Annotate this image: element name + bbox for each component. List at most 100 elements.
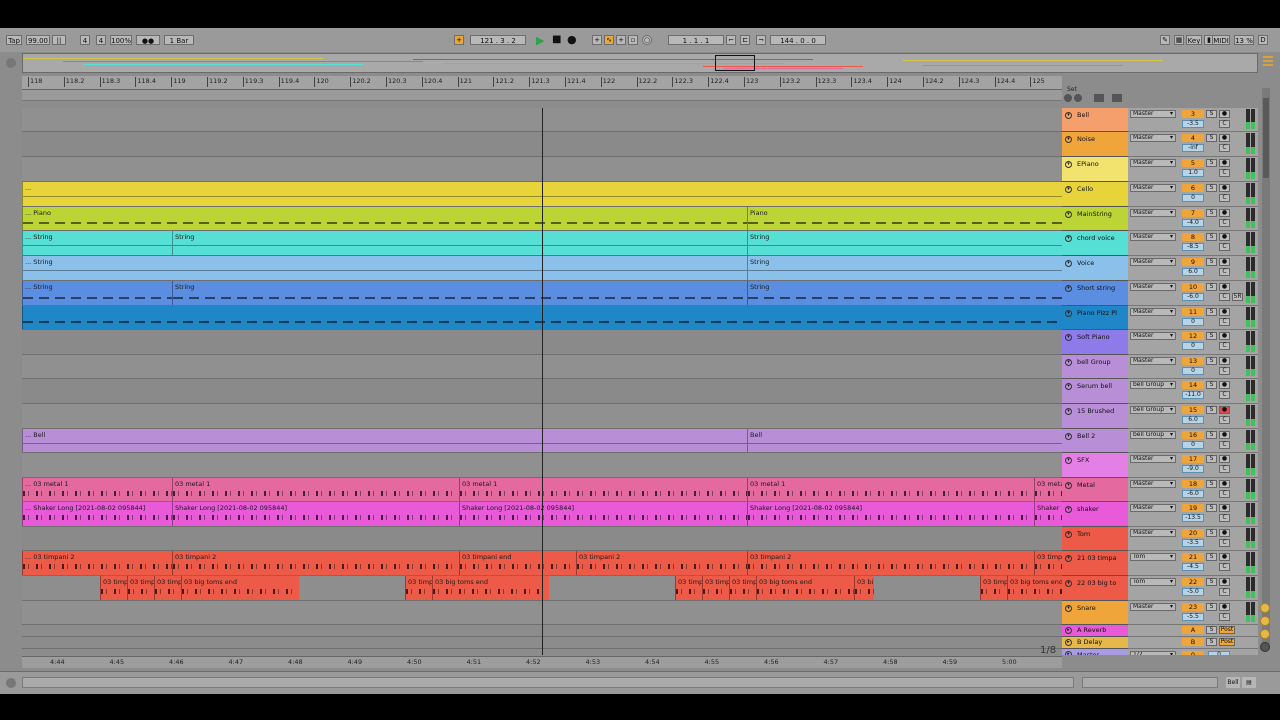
arm-button[interactable]: ● [1219,159,1230,167]
track-activator-button[interactable]: 3 [1182,110,1204,118]
track-activator-button[interactable]: 6 [1182,184,1204,192]
collapse-icon[interactable] [1260,616,1270,626]
clip[interactable]: 03 timpani end [459,551,576,575]
arm-button[interactable]: ● [1219,529,1230,537]
crossfade-button[interactable]: C [1219,342,1230,350]
midi-map-button[interactable]: MIDI [1212,35,1230,45]
loop-length-field[interactable]: 144 . 0 . 0 [770,35,826,45]
show-returns-icon[interactable] [1260,629,1270,639]
volume-field[interactable]: -13.5 [1182,514,1204,522]
track-header[interactable]: ▾ bell Group [1062,355,1128,379]
track-header[interactable]: ▾ Voice [1062,256,1128,281]
clip[interactable]: 03 timp [1034,551,1062,575]
return-header[interactable]: ▸ B Delay [1062,637,1128,649]
track-activator-button[interactable]: 19 [1182,504,1204,512]
arrangement-overview[interactable] [22,53,1258,73]
fold-icon[interactable]: ▾ [1065,136,1072,143]
track-activator-button[interactable]: 10 [1182,283,1204,291]
volume-field[interactable]: -11.0 [1182,391,1204,399]
crossfade-button[interactable]: C [1219,391,1230,399]
overview-view-box[interactable] [715,55,755,71]
output-routing-menu[interactable]: Master [1130,184,1176,192]
volume-field[interactable]: -5.0 [1182,588,1204,596]
clip[interactable]: ... 03 metal 1 [22,478,172,501]
arm-button[interactable]: ● [1219,431,1230,439]
solo-button[interactable]: S [1206,332,1217,340]
clip[interactable]: 03 timpani 2 [747,551,1034,575]
output-routing-menu[interactable]: Master [1130,283,1176,291]
master-activator-button[interactable]: 0 [1182,651,1204,655]
crossfade-button[interactable]: C [1219,268,1230,276]
fold-icon[interactable]: ▾ [1065,334,1072,341]
arm-button[interactable]: ● [1219,134,1230,142]
overview-menu-icon[interactable] [1263,54,1273,68]
session-record-icon[interactable]: ○ [642,35,652,45]
track-header[interactable]: ▾ Serum bell [1062,379,1128,404]
solo-button[interactable]: S [1206,529,1217,537]
crossfade-button[interactable]: C [1219,243,1230,251]
track-header[interactable]: ▾ shaker [1062,502,1128,527]
clip[interactable]: ... Bell [22,429,747,452]
output-routing-menu[interactable]: Master [1130,134,1176,142]
fold-icon[interactable]: ▾ [1065,359,1072,366]
arm-button[interactable]: ● [1219,332,1230,340]
track-header[interactable]: ▾ SFX [1062,453,1128,478]
locator-bar[interactable] [22,90,1062,101]
arm-button[interactable]: ● [1219,110,1230,118]
track-activator-button[interactable]: 15 [1182,406,1204,414]
arm-button[interactable]: ● [1219,381,1230,389]
clip[interactable]: 03 timp [675,576,702,600]
nav-left-icon[interactable] [1064,94,1072,102]
volume-field[interactable]: -3.5 [1182,539,1204,547]
arm-button[interactable]: ● [1219,455,1230,463]
solo-button[interactable]: S [1206,578,1217,586]
fold-icon[interactable]: ▾ [1065,186,1072,193]
track-header[interactable]: ▾ Tom [1062,527,1128,551]
track-header[interactable]: ▾ MainString [1062,207,1128,231]
clip[interactable]: 03 big toms end [756,576,854,600]
volume-field[interactable]: -8.5 [1182,243,1204,251]
clip[interactable]: Piano [747,207,1062,230]
beat-time-ruler[interactable]: 118 118.2 118.3 118.4 119 119.2 119.3 119.4 120 1… [22,76,1062,90]
fold-icon[interactable]: ▸ [1065,639,1072,646]
arm-button[interactable]: ● [1219,283,1230,291]
time-sig-numerator[interactable]: 4 [80,35,90,45]
lock-icon[interactable] [1112,94,1122,102]
punch-out-icon[interactable]: ¬ [756,35,766,45]
overdub-icon[interactable]: + [592,35,602,45]
crossfade-button[interactable]: C [1219,416,1230,424]
volume-field[interactable]: -5.5 [1182,613,1204,621]
track-activator-button[interactable]: 4 [1182,134,1204,142]
track-activator-button[interactable]: 20 [1182,529,1204,537]
clip[interactable]: 03 metal 1 [172,478,459,501]
zoom-field[interactable]: 100% [110,35,132,45]
volume-field[interactable]: 0 [1182,318,1204,326]
track-activator-button[interactable]: 7 [1182,209,1204,217]
volume-field[interactable]: 0 [1182,367,1204,375]
output-routing-menu[interactable]: Master [1130,332,1176,340]
output-routing-menu[interactable]: Master [1130,529,1176,537]
arm-button[interactable]: ● [1219,357,1230,365]
record-icon[interactable]: ● [567,33,577,46]
overview-nav-icon[interactable] [6,58,16,68]
post-button[interactable]: Post [1219,626,1235,634]
solo-button[interactable]: S [1206,480,1217,488]
solo-button[interactable]: S [1206,258,1217,266]
volume-field[interactable]: -6.0 [1182,490,1204,498]
play-icon[interactable]: ▶ [536,34,544,47]
fold-icon[interactable]: ▾ [1065,260,1072,267]
clip[interactable]: 03 timp [127,576,154,600]
automation-arm-icon[interactable]: ∿ [604,35,614,45]
fold-icon[interactable]: ▾ [1065,580,1072,587]
clip[interactable]: 03 big toms end [432,576,549,600]
solo-button[interactable]: S [1206,134,1217,142]
post-button[interactable]: Post [1219,638,1235,646]
playhead[interactable] [542,108,543,655]
output-routing-menu[interactable]: Master [1130,504,1176,512]
solo-button[interactable]: S [1206,233,1217,241]
track-activator-button[interactable]: 14 [1182,381,1204,389]
nav-right-icon[interactable] [1074,94,1082,102]
fold-icon[interactable]: ▾ [1065,482,1072,489]
fold-icon[interactable]: ▾ [1065,605,1072,612]
fold-icon[interactable] [1094,94,1104,102]
